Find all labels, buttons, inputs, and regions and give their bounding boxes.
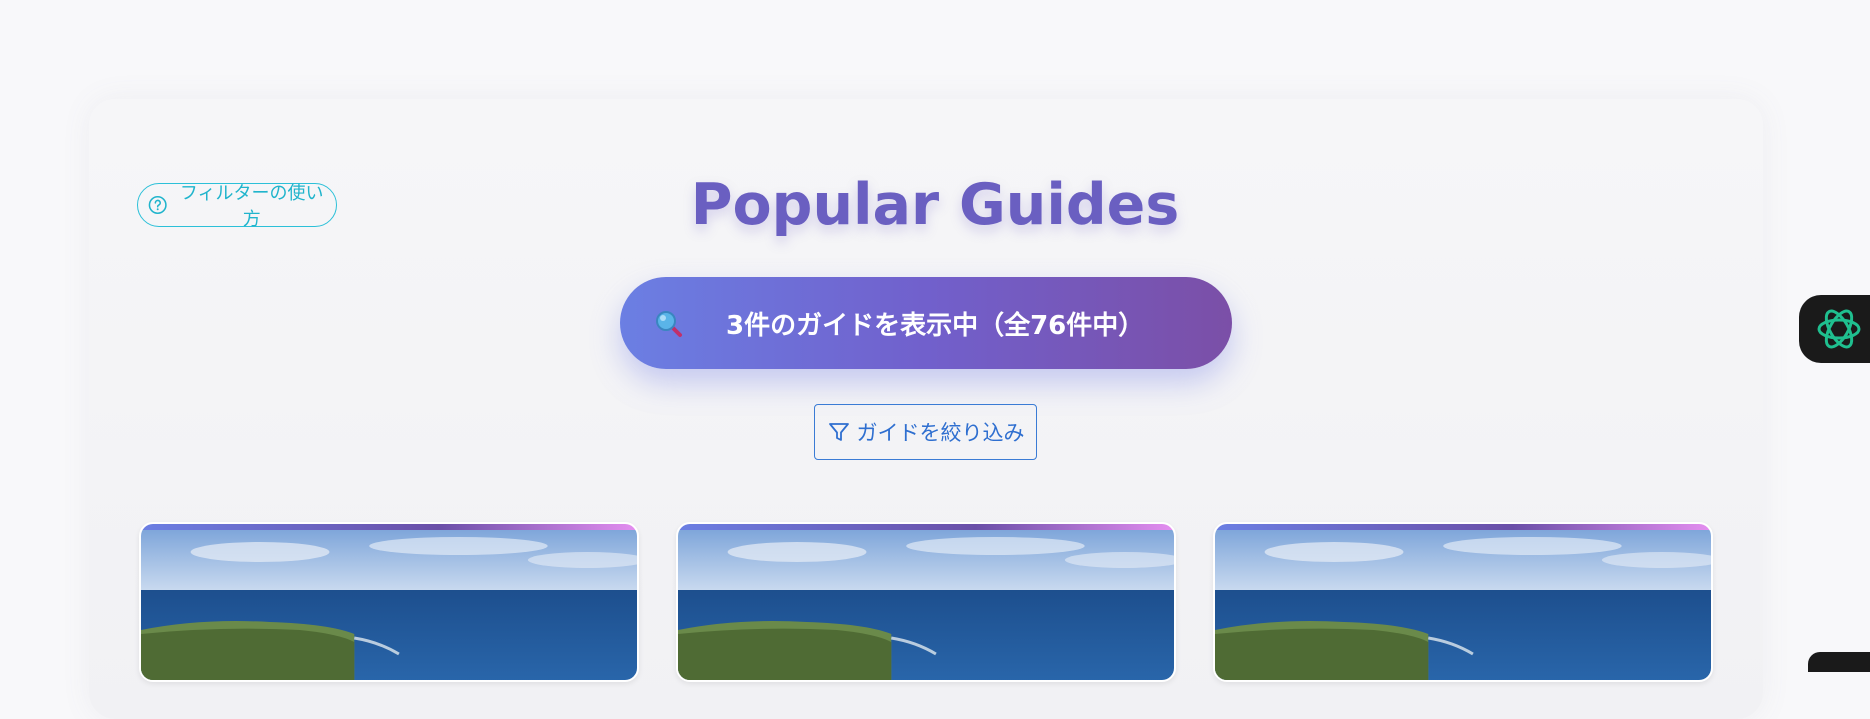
magnifier-icon xyxy=(656,311,682,337)
guide-card-image xyxy=(1215,530,1711,680)
funnel-icon xyxy=(828,423,849,441)
guide-card[interactable] xyxy=(1213,522,1713,682)
filter-guides-button[interactable]: ガイドを絞り込み xyxy=(814,404,1037,460)
ai-assistant-icon xyxy=(1817,309,1861,349)
guide-card[interactable] xyxy=(139,522,639,682)
guide-card-image xyxy=(678,530,1174,680)
filter-guides-label: ガイドを絞り込み xyxy=(856,422,1025,445)
results-count-text: 3件のガイドを表示中（全76件中） xyxy=(726,310,1145,341)
ai-assistant-button[interactable] xyxy=(1799,295,1870,363)
page-title: Popular Guides xyxy=(690,172,1180,238)
guide-card-image xyxy=(141,530,637,680)
corner-widget xyxy=(1808,652,1870,672)
guide-card[interactable] xyxy=(676,522,1176,682)
results-count-banner: 3件のガイドを表示中（全76件中） xyxy=(620,277,1232,369)
